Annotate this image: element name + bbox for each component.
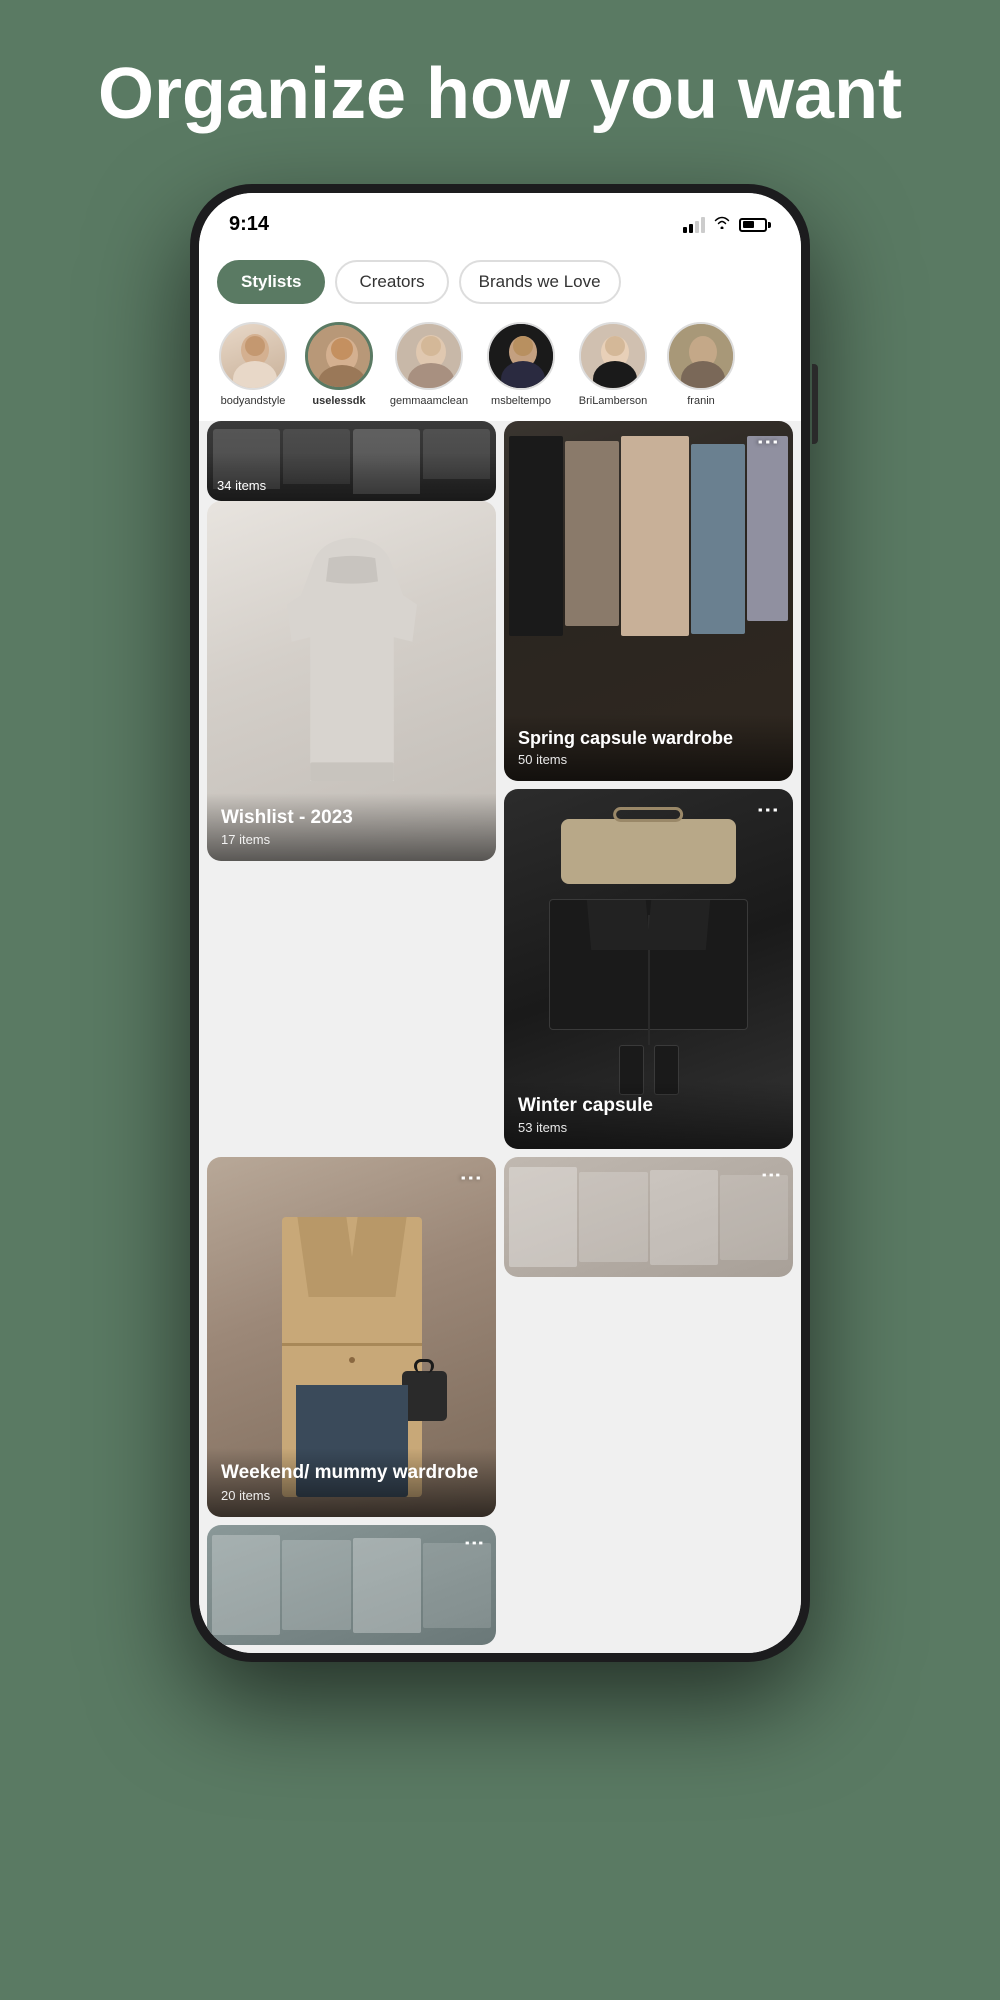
card-wishlist-title: Wishlist - 2023 xyxy=(221,807,482,829)
card-spring-overlay: Spring capsule wardrobe 50 items xyxy=(504,714,793,782)
card-winter-overlay: Winter capsule 53 items xyxy=(504,1081,793,1149)
card-wishlist-count: 17 items xyxy=(221,832,482,847)
card-spring-title: Spring capsule wardrobe xyxy=(518,728,779,750)
creator-avatar-franin xyxy=(667,322,735,390)
card-winter-count: 53 items xyxy=(518,1120,779,1135)
creator-avatar-gemmaamclean xyxy=(395,322,463,390)
card-spring-count: 50 items xyxy=(518,752,779,767)
phone-frame: 9:14 xyxy=(190,184,810,1662)
card-wishlist[interactable]: Wishlist - 2023 17 items xyxy=(207,501,496,861)
creators-row: bodyandstyle uselessdk xyxy=(199,316,801,421)
card-winter-title: Winter capsule xyxy=(518,1095,779,1117)
creator-name-bodyandstyle: bodyandstyle xyxy=(221,395,286,407)
hero-title: Organize how you want xyxy=(80,55,920,134)
card-weekend[interactable]: ⋮ Weekend/ mummy wardrobe 20 items xyxy=(207,1157,496,1517)
status-bar: 9:14 xyxy=(199,193,801,246)
creator-avatar-brilamberson xyxy=(579,322,647,390)
card-bottom-left-menu[interactable]: ⋮ xyxy=(759,1165,783,1187)
card-winter[interactable]: ⋮ Winter capsule 53 items xyxy=(504,789,793,1149)
phone-wrapper: 9:14 xyxy=(0,184,1000,1662)
creator-item-franin[interactable]: franin xyxy=(667,322,735,407)
creator-name-brilamberson: BriLamberson xyxy=(579,395,647,407)
card-weekend-title: Weekend/ mummy wardrobe xyxy=(221,1462,482,1485)
creator-name-uselessdk: uselessdk xyxy=(312,395,365,407)
cards-grid: 34 items ⋮ xyxy=(199,421,801,1653)
creator-item-gemmaamclean[interactable]: gemmaamclean xyxy=(389,322,469,407)
card-bottom-left[interactable]: ⋮ xyxy=(504,1157,793,1277)
card-bottom-right-menu[interactable]: ⋮ xyxy=(462,1533,486,1555)
creator-avatar-uselessdk xyxy=(305,322,373,390)
card-spring-menu[interactable]: ⋮ xyxy=(755,431,781,455)
status-icons xyxy=(683,215,771,234)
creator-item-bodyandstyle[interactable]: bodyandstyle xyxy=(217,322,289,407)
card-spring-capsule[interactable]: ⋮ Spring capsule wardrobe 50 items xyxy=(504,421,793,781)
card-weekend-count: 20 items xyxy=(221,1488,482,1503)
phone-screen: 9:14 xyxy=(199,193,801,1653)
card-weekend-menu[interactable]: ⋮ xyxy=(458,1167,484,1191)
signal-icon xyxy=(683,217,705,233)
card-winter-menu[interactable]: ⋮ xyxy=(755,799,781,823)
creator-item-msbeltempo[interactable]: msbeltempo xyxy=(483,322,559,407)
tab-brands[interactable]: Brands we Love xyxy=(459,260,621,304)
card-partial-badge: 34 items xyxy=(217,478,266,493)
tab-stylists[interactable]: Stylists xyxy=(217,260,325,304)
creator-item-brilamberson[interactable]: BriLamberson xyxy=(573,322,653,407)
tab-creators[interactable]: Creators xyxy=(335,260,448,304)
creator-name-msbeltempo: msbeltempo xyxy=(491,395,551,407)
wifi-icon xyxy=(713,215,731,234)
card-partial-top: 34 items xyxy=(207,421,496,501)
tabs-row: Stylists Creators Brands we Love xyxy=(199,246,801,316)
creator-avatar-bodyandstyle xyxy=(219,322,287,390)
status-time: 9:14 xyxy=(229,213,269,236)
card-bottom-right[interactable]: ⋮ xyxy=(207,1525,496,1645)
creator-name-franin: franin xyxy=(687,395,715,407)
hero-section: Organize how you want xyxy=(0,0,1000,164)
card-wishlist-overlay: Wishlist - 2023 17 items xyxy=(207,793,496,861)
battery-icon xyxy=(739,218,771,232)
creator-name-gemmaamclean: gemmaamclean xyxy=(390,395,468,407)
creator-item-uselessdk[interactable]: uselessdk xyxy=(303,322,375,407)
creator-avatar-msbeltempo xyxy=(487,322,555,390)
card-weekend-overlay: Weekend/ mummy wardrobe 20 items xyxy=(207,1448,496,1517)
